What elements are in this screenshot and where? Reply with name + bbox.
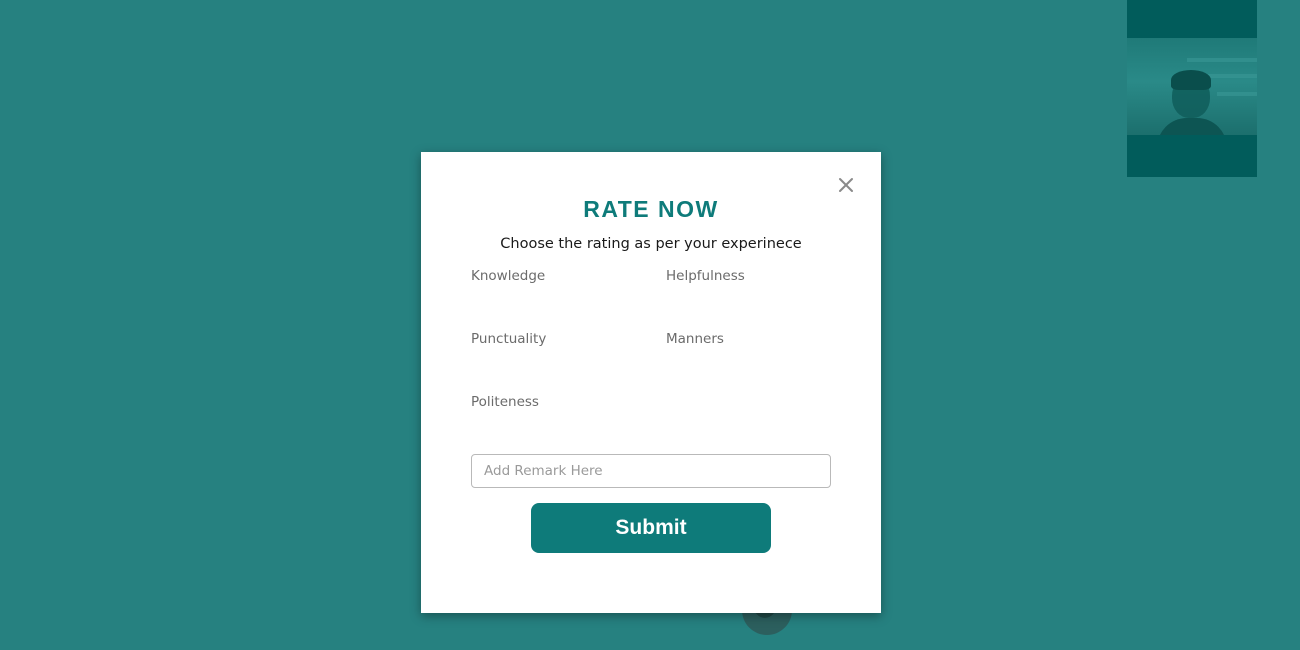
close-button[interactable]	[835, 174, 857, 196]
background-stripe	[1217, 92, 1257, 96]
star-rating-politeness[interactable]	[471, 416, 661, 434]
criterion-label: Helpfulness	[666, 268, 745, 284]
star-rating-punctuality[interactable]	[471, 353, 661, 371]
criterion-punctuality: Punctuality	[471, 331, 661, 386]
submit-button[interactable]: Submit	[531, 503, 771, 553]
star-rating-manners[interactable]	[666, 353, 856, 371]
close-icon	[839, 178, 853, 192]
person-silhouette-body	[1157, 118, 1227, 135]
background-stripe	[1187, 58, 1257, 62]
criterion-label: Knowledge	[471, 268, 546, 284]
criterion-label: Manners	[666, 331, 724, 347]
self-video-preview[interactable]	[1127, 0, 1257, 177]
criterion-manners: Manners	[666, 331, 856, 386]
star-rating-knowledge[interactable]	[471, 290, 661, 308]
camera-feed	[1127, 38, 1257, 135]
criterion-label: Politeness	[471, 394, 539, 410]
video-call-screen: RATE NOW Choose the rating as per your e…	[0, 0, 1300, 650]
dialog-title: RATE NOW	[583, 196, 719, 222]
dialog-subtitle: Choose the rating as per your experinece	[500, 236, 802, 252]
criterion-politeness: Politeness	[471, 394, 661, 449]
person-silhouette-hair	[1171, 70, 1211, 90]
criterion-knowledge: Knowledge	[471, 268, 661, 323]
remark-input[interactable]	[471, 454, 831, 488]
criterion-label: Punctuality	[471, 331, 547, 347]
star-rating-helpfulness[interactable]	[666, 290, 856, 308]
rating-dialog: RATE NOW Choose the rating as per your e…	[421, 152, 881, 613]
criterion-helpfulness: Helpfulness	[666, 268, 856, 323]
